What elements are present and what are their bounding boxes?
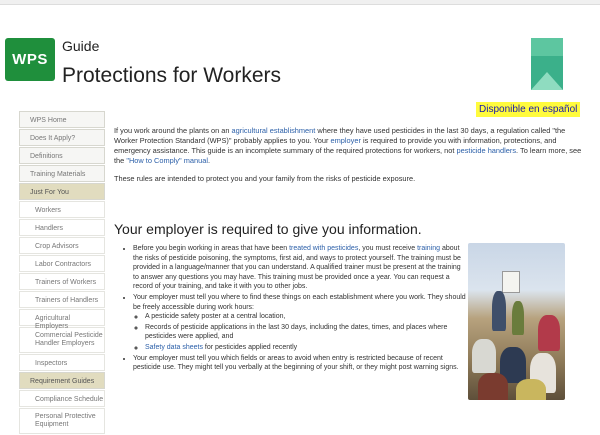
worker-training-photo	[468, 243, 565, 400]
sidebar-item-workers[interactable]: Workers	[19, 201, 105, 218]
sub-list-item: A pesticide safety poster at a central l…	[145, 312, 468, 322]
sidebar-item-just-for-you[interactable]: Just For You	[19, 183, 105, 200]
booklet-cover-band	[531, 38, 563, 56]
sidebar-item-wps-home[interactable]: WPS Home	[19, 111, 105, 128]
wps-logo[interactable]: WPS	[5, 38, 55, 81]
intro-text: .	[207, 156, 211, 165]
sidebar-item-crop-advisors[interactable]: Crop Advisors	[19, 237, 105, 254]
photo-person	[472, 339, 496, 373]
safety-data-sheets-link[interactable]: Safety data sheets	[145, 344, 203, 351]
list-text: , you must receive	[358, 245, 418, 252]
sidebar-item-trainers-of-workers[interactable]: Trainers of Workers	[19, 273, 105, 290]
photo-person	[478, 373, 508, 400]
sidebar-item-trainers-of-handlers[interactable]: Trainers of Handlers	[19, 291, 105, 308]
page-title: Protections for Workers	[62, 64, 282, 87]
list-item: Before you begin working in areas that h…	[133, 244, 468, 292]
requirements-list: Before you begin working in areas that h…	[123, 244, 468, 374]
pesticide-handlers-link[interactable]: pesticide handlers	[456, 146, 516, 155]
list-item: Your employer must tell you where to fin…	[133, 293, 468, 353]
sidebar-item-definitions[interactable]: Definitions	[19, 147, 105, 164]
sub-list-item: Records of pesticide applications in the…	[145, 323, 468, 342]
photo-poster	[502, 271, 520, 293]
pesticide-term[interactable]: pesticide	[351, 174, 380, 183]
sidebar-item-training-materials[interactable]: Training Materials	[19, 165, 105, 182]
booklet-cover-icon[interactable]	[531, 38, 563, 90]
intro-content: If you work around the plants on an agri…	[114, 126, 584, 192]
sidebar-item-does-it-apply[interactable]: Does It Apply?	[19, 129, 105, 146]
intro-text: exposure.	[380, 174, 416, 183]
guide-label: Guide	[62, 38, 100, 54]
section-heading: Your employer is required to give you in…	[114, 221, 422, 237]
treated-with-pesticides-link[interactable]: treated with pesticides	[289, 245, 358, 252]
browser-top-bar	[0, 0, 600, 5]
training-link[interactable]: training	[417, 245, 440, 252]
spanish-version-link[interactable]: Disponible en español	[476, 102, 581, 117]
agricultural-establishment-link[interactable]: agricultural establishment	[232, 126, 316, 135]
sidebar-item-agricultural-employers[interactable]: Agricultural Employers	[19, 309, 105, 330]
intro-paragraph-1: If you work around the plants on an agri…	[114, 126, 584, 166]
sidebar-item-labor-contractors[interactable]: Labor Contractors	[19, 255, 105, 272]
sidebar-item-personal-protective-equipment[interactable]: Personal Protective Equipment	[19, 408, 105, 434]
intro-paragraph-2: These rules are intended to protect you …	[114, 174, 584, 184]
photo-person	[492, 291, 506, 331]
photo-person	[512, 301, 524, 335]
intro-text: If you work around the plants on an	[114, 126, 232, 135]
list-item: Your employer must tell you which fields…	[133, 354, 468, 373]
list-text: Your employer must tell you where to fin…	[133, 293, 466, 311]
sub-list-item: Safety data sheets for pesticides applie…	[145, 343, 468, 353]
photo-person	[538, 315, 560, 351]
sidebar-item-handlers[interactable]: Handlers	[19, 219, 105, 236]
photo-person	[516, 379, 546, 400]
sidebar-item-requirement-guides[interactable]: Requirement Guides	[19, 372, 105, 389]
employer-link[interactable]: employer	[331, 136, 361, 145]
how-to-comply-link[interactable]: "How to Comply" manual	[126, 156, 208, 165]
list-text: Before you begin working in areas that h…	[133, 245, 290, 252]
intro-text: These rules are intended to protect you …	[114, 174, 352, 183]
sub-list: A pesticide safety poster at a central l…	[133, 312, 468, 352]
sidebar-nav: WPS Home Does It Apply? Definitions Trai…	[19, 111, 107, 435]
sidebar-item-inspectors[interactable]: Inspectors	[19, 354, 105, 371]
booklet-cover-triangle	[531, 72, 563, 90]
sidebar-item-compliance-schedule[interactable]: Compliance Schedule	[19, 390, 105, 407]
logo-text: WPS	[12, 51, 48, 68]
list-text: for pesticides applied recently	[202, 343, 298, 351]
